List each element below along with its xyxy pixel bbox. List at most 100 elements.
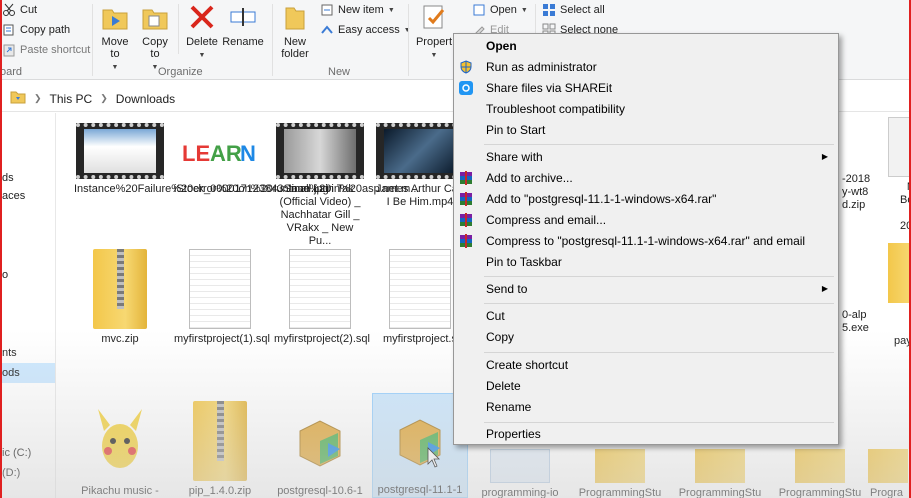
installer-icon	[390, 400, 450, 480]
zip-icon	[888, 243, 911, 303]
menu-item-compress-to-rar-and-email[interactable]: Compress to "postgresql-11.1-1-windows-x…	[456, 231, 836, 251]
file-item[interactable]: programming-io	[472, 443, 568, 498]
nav-item[interactable]: ds	[0, 168, 55, 188]
new-folder-button[interactable]: New folder	[276, 2, 314, 60]
open-button[interactable]: Open ▼	[472, 2, 528, 18]
nav-item-downloads[interactable]: ods	[0, 363, 55, 383]
file-item[interactable]: ProgrammingStu	[672, 443, 768, 498]
menu-item-copy[interactable]: Copy	[456, 327, 836, 347]
menu-item-create-shortcut[interactable]: Create shortcut	[456, 355, 836, 375]
file-item[interactable]: -2018 y-wt8 d.zip	[840, 173, 900, 212]
copy-to-button[interactable]: Copy to ▼	[138, 2, 172, 74]
menu-item-pin-to-start[interactable]: Pin to Start	[456, 120, 836, 140]
file-item[interactable]: ProgrammingStu	[772, 443, 868, 498]
breadcrumb-chevron-icon: ❯	[34, 93, 42, 103]
delete-x-icon	[187, 2, 217, 32]
nav-item[interactable]: o	[0, 265, 55, 285]
menu-item-share-with[interactable]: Share with ▶	[456, 147, 836, 167]
nav-item[interactable]: aces	[0, 186, 55, 206]
winrar-icon	[459, 213, 473, 227]
ribbon-divider	[408, 4, 409, 76]
file-item[interactable]: Pikachu music -	[72, 395, 168, 498]
select-all-button[interactable]: Select all	[542, 2, 605, 18]
svg-text:LE: LE	[182, 141, 210, 166]
winrar-icon	[459, 234, 473, 248]
menu-item-delete[interactable]: Delete	[456, 376, 836, 396]
zip-icon	[93, 249, 147, 329]
winrar-icon	[459, 192, 473, 206]
menu-item-add-to-archive[interactable]: Add to archive...	[456, 168, 836, 188]
video-thumbnail	[76, 123, 164, 179]
file-item[interactable]: Jaan Lain Tak (Official Video) _ Nachhat…	[272, 117, 368, 248]
properties-button[interactable]: Propert ▼	[412, 2, 456, 62]
file-item[interactable]: pip_1.4.0.zip	[172, 395, 268, 498]
file-item[interactable]: LE AR N iStock_000017123843Small.jpg	[172, 117, 329, 196]
context-menu: Open Run as administrator Share files vi…	[453, 33, 839, 445]
clipboard-group-label: oard	[0, 66, 23, 78]
select-all-icon	[542, 3, 556, 17]
menu-item-run-as-administrator[interactable]: Run as administrator	[456, 57, 836, 77]
file-item[interactable]: mvc.zip	[72, 243, 168, 346]
nav-item-drive-d[interactable]: (D:)	[0, 463, 55, 483]
paste-shortcut-button[interactable]: Paste shortcut	[2, 42, 90, 58]
menu-item-pin-to-taskbar[interactable]: Pin to Taskbar	[456, 252, 836, 272]
menu-separator	[484, 144, 834, 145]
menu-item-add-to-rar[interactable]: Add to "postgresql-11.1-1-windows-x64.ra…	[456, 189, 836, 209]
new-folder-icon	[280, 2, 310, 32]
menu-item-share-shareit[interactable]: Share files via SHAREit	[456, 78, 836, 98]
file-item[interactable]: Progra	[868, 443, 911, 498]
file-item[interactable]: myfirstproject(2).sql	[272, 243, 370, 346]
menu-item-rename[interactable]: Rename	[456, 397, 836, 417]
easy-access-label: Easy access	[338, 24, 400, 36]
file-item[interactable]: Instance%20Failure%20error%20on%20runtim…	[72, 117, 419, 196]
folder-icon	[10, 90, 26, 107]
menu-item-label: Share files via SHAREit	[486, 81, 613, 95]
move-to-button[interactable]: Move to ▼	[98, 2, 132, 74]
submenu-arrow-icon: ▶	[821, 152, 828, 161]
easy-access-button[interactable]: Easy access▼	[320, 22, 411, 38]
menu-item-compress-and-email[interactable]: Compress and email...	[456, 210, 836, 230]
menu-separator	[484, 422, 834, 423]
copy-path-button[interactable]: Copy path	[2, 22, 70, 38]
organize-group-label: Organize	[158, 66, 203, 78]
menu-item-label: Add to "postgresql-11.1-1-windows-x64.ra…	[486, 192, 717, 206]
svg-text:N: N	[240, 141, 256, 166]
video-thumbnail	[276, 123, 364, 179]
open-label: Open	[490, 4, 517, 16]
nav-item[interactable]: nts	[0, 343, 55, 363]
copy-to-icon	[140, 2, 170, 32]
breadcrumb-downloads[interactable]: Downloads	[116, 92, 175, 106]
paste-shortcut-label: Paste shortcut	[20, 44, 91, 56]
rename-button[interactable]: Rename	[222, 2, 264, 48]
menu-item-open[interactable]: Open	[456, 36, 836, 56]
menu-item-properties[interactable]: Properties	[456, 424, 836, 444]
file-item[interactable]: myfirstproject(1).sql	[172, 243, 270, 346]
cut-label: Cut	[20, 4, 38, 16]
file-item[interactable]: 0-alp 5.exe	[840, 309, 900, 335]
new-item-button[interactable]: New item ▼	[320, 2, 395, 18]
menu-item-send-to[interactable]: Send to ▶	[456, 279, 836, 299]
copy-path-label: Copy path	[20, 24, 71, 36]
menu-item-label: Share with	[486, 150, 543, 164]
image-thumbnail: LE AR N	[176, 123, 264, 179]
new-folder-label: New folder	[281, 36, 309, 60]
new-item-label: New item	[338, 4, 384, 16]
menu-item-label: Run as administrator	[486, 60, 597, 74]
properties-label: Propert	[415, 36, 453, 48]
installer-icon	[290, 401, 350, 481]
delete-button[interactable]: Delete ▼	[184, 2, 220, 62]
nav-item-drive-c[interactable]: ic (C:)	[0, 443, 55, 463]
easy-access-icon	[320, 23, 334, 37]
menu-item-troubleshoot[interactable]: Troubleshoot compatibility	[456, 99, 836, 119]
menu-separator	[484, 303, 834, 304]
file-item[interactable]: postgresql-10.6-1	[272, 395, 368, 498]
file-item[interactable]: ProgrammingStu	[572, 443, 668, 498]
ribbon-divider	[272, 4, 273, 76]
cut-button[interactable]: Cut	[2, 2, 37, 18]
breadcrumb-this-pc[interactable]: This PC	[50, 92, 93, 106]
zip-icon	[868, 449, 908, 483]
menu-item-cut[interactable]: Cut	[456, 306, 836, 326]
shareit-icon	[459, 81, 473, 95]
image-thumbnail	[490, 449, 550, 483]
zip-icon	[795, 449, 845, 483]
